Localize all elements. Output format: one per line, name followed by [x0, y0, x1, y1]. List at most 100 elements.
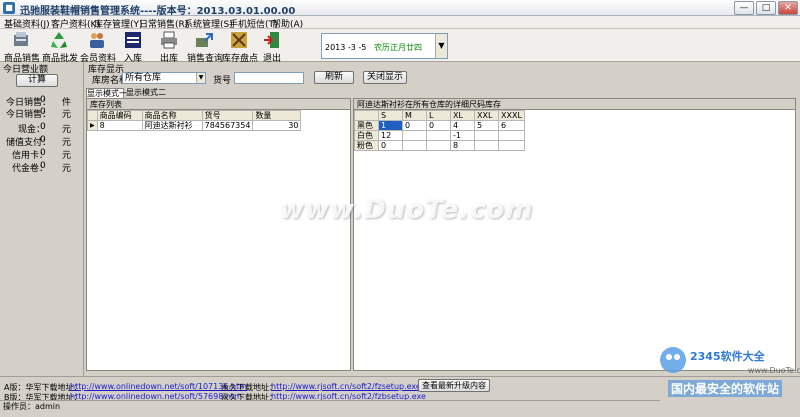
size-header-xxl: XXL [474, 110, 499, 121]
row-indicator-header [87, 110, 98, 121]
maximize-button[interactable]: □ [756, 1, 776, 15]
close-button[interactable]: ✕ [778, 1, 798, 15]
cell-black-s[interactable]: 1 [378, 120, 403, 131]
toolbar-sales-query-button[interactable]: 销售查询 [187, 30, 224, 64]
cell-pink-xxxl[interactable] [498, 140, 525, 151]
refresh-button[interactable]: 刷新 [314, 71, 354, 84]
table-row[interactable]: 粉色 0 8 [354, 140, 525, 151]
today-revenue-panel: 今日营业额 计算 今日销售： 0 件 今日销售： 0 元 现金： 0 元 储值支… [0, 62, 84, 376]
size-header-row: S M L XL XXL XXXL [354, 110, 525, 121]
warehouse-value: 所有仓库 [125, 73, 162, 83]
toolbar-stock-in-button[interactable]: 入库 [116, 30, 150, 64]
stored-value-value: 0 [40, 135, 46, 145]
corner-cell [354, 110, 379, 121]
cell-pink-s[interactable]: 0 [378, 140, 403, 151]
cell-white-xxl[interactable] [474, 130, 499, 141]
size-header-m: M [402, 110, 427, 121]
cell-qty[interactable]: 30 [252, 120, 302, 131]
toolbar-stock-out-button[interactable]: 出库 [152, 30, 186, 64]
cell-code[interactable]: 8 [96, 120, 143, 131]
stored-value-unit: 元 [62, 138, 72, 148]
site-logo-slogan: 国内最安全的软件站 [668, 380, 783, 397]
calculate-button[interactable]: 计算 [16, 74, 58, 87]
watermark-text: www.DuoTe.com [280, 195, 534, 225]
date-value: 2013 -3 -5 [325, 43, 367, 52]
view-upgrade-button[interactable]: 查看最新升级内容 [418, 379, 490, 392]
site-logo-url: www.DuoTe.com [748, 366, 800, 375]
cell-black-l[interactable]: 0 [426, 120, 451, 131]
today-sales-amount-unit: 元 [62, 110, 72, 120]
cell-pink-xl[interactable]: 8 [450, 140, 475, 151]
window-title: 迅驰服装鞋帽销售管理系统----版本号：2013.03.01.00.00 [20, 6, 296, 17]
color-label-white: 白色 [354, 130, 379, 141]
members-icon [90, 33, 104, 48]
toolbar-inventory-check-button[interactable]: 库存盘点 [222, 30, 259, 64]
recycle-icon [51, 32, 67, 48]
cash-unit: 元 [62, 125, 72, 135]
column-header-qty[interactable]: 数量 [252, 110, 302, 121]
cell-pink-m[interactable] [402, 140, 427, 151]
size-detail-title: 阿迪达斯衬衫在所有仓库的详细尺码库存 [354, 99, 795, 110]
column-header-sku[interactable]: 货号 [201, 110, 254, 121]
stock-list-title: 库存列表 [87, 99, 350, 110]
toolbar-inventory-check-label: 库存盘点 [222, 54, 259, 64]
cell-name[interactable]: 阿迪达斯衬衫 [141, 120, 203, 131]
chevron-down-icon[interactable]: ▼ [435, 34, 447, 58]
lunar-date: 农历正月廿四 [374, 43, 423, 52]
cell-white-m[interactable] [402, 130, 427, 141]
credit-card-unit: 元 [62, 151, 72, 161]
chevron-down-icon[interactable]: ▼ [196, 73, 205, 83]
stock-list-panel: 库存列表 商品编码 商品名称 货号 数量 ▶ 8 阿迪达斯衬衫 78456735… [86, 98, 351, 371]
voucher-unit: 元 [62, 164, 72, 174]
title-bar: ■ 迅驰服装鞋帽销售管理系统----版本号：2013.03.01.00.00 —… [0, 0, 800, 17]
app-icon: ■ [3, 2, 15, 14]
cell-pink-l[interactable] [426, 140, 451, 151]
toolbar-sales-button[interactable]: 商品销售 [4, 30, 40, 64]
date-picker[interactable]: 2013 -3 -5 农历正月廿四 ▼ [321, 33, 448, 59]
cell-white-s[interactable]: 12 [378, 130, 403, 141]
cell-black-xl[interactable]: 4 [450, 120, 475, 131]
cell-white-xl[interactable]: -1 [450, 130, 475, 141]
toolbar-exit-button[interactable]: 退出 [255, 30, 289, 64]
today-sales-qty-value: 0 [40, 95, 46, 105]
date-display: 2013 -3 -5 农历正月廿四 [325, 42, 422, 53]
query-icon [196, 33, 213, 47]
credit-card-value: 0 [40, 148, 46, 158]
column-header-name[interactable]: 商品名称 [141, 110, 203, 121]
a-permanent-link[interactable]: http://www.rjsoft.cn/soft2/fzsetup.exe [271, 382, 421, 391]
table-header-row: 商品编码 商品名称 货号 数量 [87, 110, 302, 121]
warehouse-select[interactable]: 所有仓库 ▼ [122, 72, 206, 84]
toolbar-stock-out-label: 出库 [159, 54, 178, 64]
size-detail-panel: 阿迪达斯衬衫在所有仓库的详细尺码库存 S M L XL XXL XXXL 黑色 … [353, 98, 796, 371]
cell-white-l[interactable] [426, 130, 451, 141]
cell-black-xxxl[interactable]: 6 [498, 120, 525, 131]
item-code-label: 货号 [213, 76, 232, 86]
table-row[interactable]: 白色 12 -1 [354, 130, 525, 141]
cell-white-xxxl[interactable] [498, 130, 525, 141]
minimize-button[interactable]: — [734, 1, 754, 15]
close-display-button[interactable]: 关闭显示 [363, 71, 407, 84]
size-header-l: L [426, 110, 451, 121]
tab-display-mode-2[interactable]: 显示模式二 [126, 88, 166, 98]
toolbar-wholesale-button[interactable]: 商品批发 [42, 30, 78, 64]
toolbar-sales-query-label: 销售查询 [187, 54, 224, 64]
size-header-xxxl: XXXL [498, 110, 525, 121]
cell-black-xxl[interactable]: 5 [474, 120, 499, 131]
toolbar-members-button[interactable]: 会员资料 [80, 30, 116, 64]
cell-black-m[interactable]: 0 [402, 120, 427, 131]
color-label-black: 黑色 [354, 120, 379, 131]
tab-display-mode-1[interactable]: 显示模式一 [86, 88, 127, 98]
site-logo-title: 2345软件大全 [690, 350, 765, 363]
stock-list-table: 商品编码 商品名称 货号 数量 ▶ 8 阿迪达斯衬衫 784567354 30 [87, 110, 302, 131]
column-header-code[interactable]: 商品编码 [96, 110, 143, 121]
item-code-input[interactable] [234, 72, 304, 84]
today-sales-amount-value: 0 [40, 107, 46, 117]
size-header-xl: XL [450, 110, 475, 121]
table-row[interactable]: ▶ 8 阿迪达斯衬衫 784567354 30 [87, 120, 302, 131]
cell-pink-xxl[interactable] [474, 140, 499, 151]
size-detail-table: S M L XL XXL XXXL 黑色 1 0 0 4 5 6 白色 12 -… [354, 110, 525, 151]
cell-sku[interactable]: 784567354 [201, 120, 254, 131]
cashier-icon [14, 32, 28, 46]
table-row[interactable]: 黑色 1 0 0 4 5 6 [354, 120, 525, 131]
toolbar-exit-label: 退出 [262, 54, 281, 64]
